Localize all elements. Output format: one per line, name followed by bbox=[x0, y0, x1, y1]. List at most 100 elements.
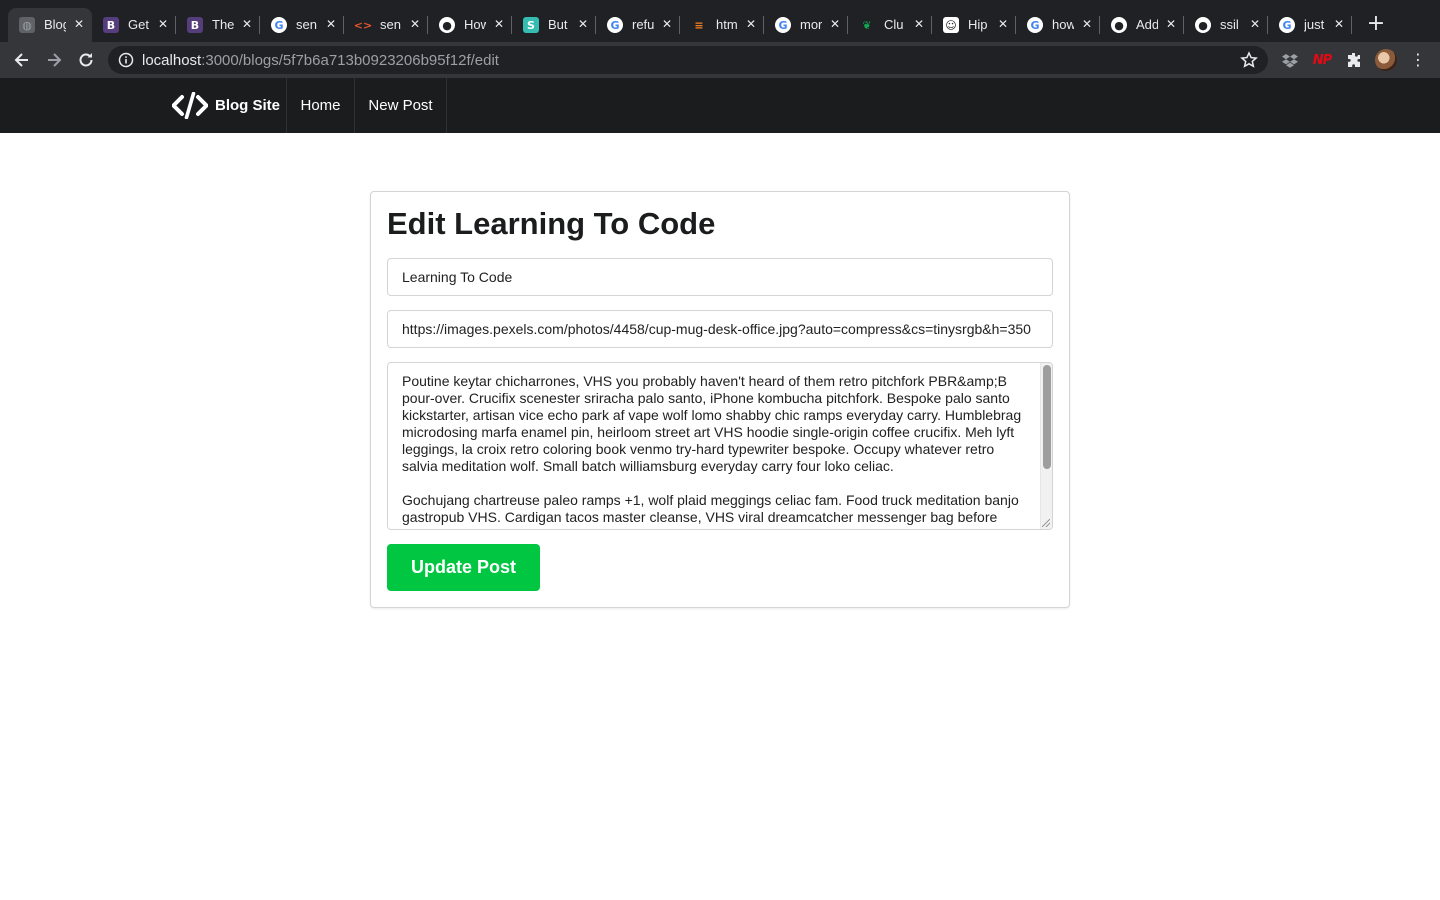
google-icon: G bbox=[607, 17, 623, 33]
hipster-ipsum-icon: ☺ bbox=[943, 17, 959, 33]
tab-title: Blog bbox=[44, 17, 66, 32]
post-title-input[interactable] bbox=[387, 258, 1053, 296]
github-icon: ● bbox=[1111, 17, 1127, 33]
semantic-ui-icon: S bbox=[523, 17, 539, 33]
browser-tab[interactable]: ☺ Hip ✕ bbox=[932, 8, 1016, 42]
tab-title: Hip bbox=[968, 17, 988, 32]
reload-button[interactable] bbox=[74, 48, 98, 72]
new-tab-button[interactable]: + bbox=[1364, 13, 1388, 37]
tab-close-icon[interactable]: ✕ bbox=[154, 15, 172, 33]
tab-close-icon[interactable]: ✕ bbox=[1162, 15, 1180, 33]
address-bar[interactable]: localhost:3000/blogs/5f7b6a713b0923206b9… bbox=[108, 46, 1268, 74]
stackoverflow-icon: ≡ bbox=[694, 18, 704, 32]
back-arrow-icon bbox=[14, 53, 28, 67]
forward-button[interactable] bbox=[42, 48, 66, 72]
google-icon: G bbox=[1279, 17, 1295, 33]
browser-toolbar: localhost:3000/blogs/5f7b6a713b0923206b9… bbox=[0, 42, 1440, 78]
bootstrap-icon: B bbox=[187, 17, 203, 33]
nav-new-post-link[interactable]: New Post bbox=[355, 78, 447, 133]
browser-tab[interactable]: ≡ htm ✕ bbox=[680, 8, 764, 42]
dropbox-icon[interactable] bbox=[1280, 50, 1300, 70]
code-logo-icon bbox=[172, 92, 208, 119]
puzzle-extensions-icon[interactable] bbox=[1344, 50, 1364, 70]
tab-title: But bbox=[548, 17, 568, 32]
tab-title: how bbox=[1052, 17, 1074, 32]
browser-tab[interactable]: B The ✕ bbox=[176, 8, 260, 42]
browser-tab[interactable]: Grefu ✕ bbox=[596, 8, 680, 42]
mongodb-leaf-icon: ❦ bbox=[862, 18, 872, 32]
reload-icon bbox=[79, 53, 93, 67]
resize-grip-icon[interactable] bbox=[1042, 519, 1050, 527]
site-navbar: Blog Site Home New Post bbox=[0, 78, 1440, 133]
tab-close-icon[interactable]: ✕ bbox=[490, 15, 508, 33]
browser-tab[interactable]: B Get ✕ bbox=[92, 8, 176, 42]
tab-title: refu bbox=[632, 17, 654, 32]
tab-close-icon[interactable]: ✕ bbox=[742, 15, 760, 33]
tab-close-icon[interactable]: ✕ bbox=[994, 15, 1012, 33]
browser-tab[interactable]: ◍ Blog ✕ bbox=[8, 8, 92, 42]
post-body-container bbox=[387, 362, 1053, 530]
tab-title: Clu bbox=[884, 17, 904, 32]
profile-avatar[interactable] bbox=[1375, 49, 1397, 71]
browser-tab-strip: ◍Blog✕BGet✕BThe✕Gsen✕<>sen✕●How✕SBut✕Gre… bbox=[0, 0, 1440, 42]
url-path: :3000/blogs/5f7b6a713b0923206b95f12f/edi… bbox=[201, 52, 499, 69]
update-post-button[interactable]: Update Post bbox=[387, 544, 540, 591]
browser-tab[interactable]: Gsen ✕ bbox=[260, 8, 344, 42]
bootstrap-icon: B bbox=[103, 17, 119, 33]
browser-tab[interactable]: Ghow ✕ bbox=[1016, 8, 1100, 42]
tab-title: The bbox=[212, 17, 234, 32]
tab-close-icon[interactable]: ✕ bbox=[322, 15, 340, 33]
tab-title: just bbox=[1304, 17, 1325, 32]
post-image-url-input[interactable] bbox=[387, 310, 1053, 348]
tab-close-icon[interactable]: ✕ bbox=[910, 15, 928, 33]
page-title: Edit Learning To Code bbox=[387, 206, 716, 241]
tab-close-icon[interactable]: ✕ bbox=[1330, 15, 1348, 33]
nav-new-post-label: New Post bbox=[368, 97, 433, 114]
tab-close-icon[interactable]: ✕ bbox=[406, 15, 424, 33]
post-body-textarea[interactable] bbox=[388, 363, 1040, 529]
tab-title: Get bbox=[128, 17, 149, 32]
textarea-scrollbar[interactable] bbox=[1040, 363, 1052, 529]
scrollbar-thumb[interactable] bbox=[1043, 365, 1051, 469]
tab-title: Add bbox=[1136, 17, 1158, 32]
tab-title: sen bbox=[380, 17, 401, 32]
browser-tab[interactable]: <> sen ✕ bbox=[344, 8, 428, 42]
tab-close-icon[interactable]: ✕ bbox=[1078, 15, 1096, 33]
github-icon: ● bbox=[439, 17, 455, 33]
address-url: localhost:3000/blogs/5f7b6a713b0923206b9… bbox=[142, 52, 499, 69]
browser-tab[interactable]: ● How ✕ bbox=[428, 8, 512, 42]
bookmark-star-icon[interactable] bbox=[1240, 51, 1258, 69]
tab-title: htm bbox=[716, 17, 738, 32]
tab-close-icon[interactable]: ✕ bbox=[1246, 15, 1264, 33]
tab-separator bbox=[1351, 16, 1352, 34]
np-extension-icon[interactable]: NP bbox=[1312, 50, 1332, 70]
nav-home-link[interactable]: Home bbox=[287, 78, 355, 133]
back-button[interactable] bbox=[10, 48, 34, 72]
tab-title: How bbox=[464, 17, 486, 32]
browser-tab[interactable]: S But ✕ bbox=[512, 8, 596, 42]
browser-tab[interactable]: ❦ Clu ✕ bbox=[848, 8, 932, 42]
brand-link[interactable]: Blog Site bbox=[157, 78, 287, 133]
site-info-icon[interactable] bbox=[118, 52, 134, 68]
tab-close-icon[interactable]: ✕ bbox=[70, 15, 88, 33]
browser-tab[interactable]: ● Add ✕ bbox=[1100, 8, 1184, 42]
forward-arrow-icon bbox=[48, 53, 62, 67]
code-icon: <> bbox=[353, 18, 373, 32]
url-host: localhost bbox=[142, 52, 202, 69]
google-icon: G bbox=[271, 17, 287, 33]
browser-tab[interactable]: ● ssil ✕ bbox=[1184, 8, 1268, 42]
tab-close-icon[interactable]: ✕ bbox=[826, 15, 844, 33]
tab-close-icon[interactable]: ✕ bbox=[574, 15, 592, 33]
tab-close-icon[interactable]: ✕ bbox=[238, 15, 256, 33]
google-icon: G bbox=[775, 17, 791, 33]
tab-title: ssil bbox=[1220, 17, 1239, 32]
tab-title: sen bbox=[296, 17, 317, 32]
github-icon: ● bbox=[1195, 17, 1211, 33]
browser-menu-icon[interactable]: ⋮ bbox=[1408, 50, 1428, 70]
browser-tab[interactable]: Gjust ✕ bbox=[1268, 8, 1352, 42]
tab-close-icon[interactable]: ✕ bbox=[658, 15, 676, 33]
browser-tab[interactable]: Gmor ✕ bbox=[764, 8, 848, 42]
nav-home-label: Home bbox=[300, 97, 341, 114]
globe-icon: ◍ bbox=[19, 17, 35, 33]
brand-name: Blog Site bbox=[215, 97, 281, 114]
